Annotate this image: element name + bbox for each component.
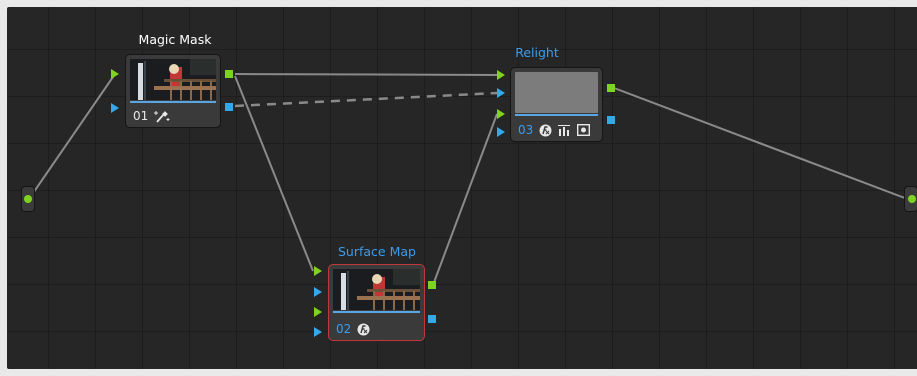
surface-map-key-output[interactable] [428, 315, 436, 323]
relight-key-input-1[interactable] [497, 88, 505, 98]
link-surface-map-to-relight [432, 113, 498, 286]
magic-mask-node[interactable]: 01 [125, 54, 221, 128]
relight-footer: 03 [518, 123, 591, 137]
link-source-to-magic-mask [28, 73, 116, 200]
magic-mask-key-output[interactable] [225, 103, 233, 111]
surface-map-key-input-1[interactable] [314, 287, 322, 297]
graph-icon [558, 124, 571, 137]
magic-mask-title: Magic Mask [138, 32, 212, 47]
surface-map-rgb-input-2[interactable] [314, 307, 322, 317]
source-input-node[interactable] [21, 186, 35, 212]
output-node[interactable] [904, 186, 917, 212]
magic-mask-progress [130, 101, 216, 103]
fx-icon [357, 323, 370, 336]
relight-number: 03 [518, 123, 534, 137]
relight-rgb-input-1[interactable] [497, 70, 505, 80]
magic-mask-key-input[interactable] [111, 103, 119, 113]
input-dot-icon [24, 195, 32, 203]
magic-mask-number: 01 [133, 109, 149, 123]
surface-map-number: 02 [336, 322, 352, 336]
fx-icon [539, 124, 552, 137]
relight-rgb-input-2[interactable] [497, 109, 505, 119]
output-dot-icon [908, 195, 916, 203]
link-magic-mask-to-relight-rgb [234, 73, 498, 76]
surface-map-thumbnail [333, 269, 420, 310]
relight-key-input-2[interactable] [497, 127, 505, 137]
magic-mask-footer: 01 [133, 109, 170, 123]
link-relight-to-output [613, 87, 911, 201]
surface-map-rgb-output[interactable] [428, 281, 436, 289]
relight-progress [515, 114, 598, 116]
magic-mask-thumbnail [130, 59, 216, 100]
magic-mask-rgb-output[interactable] [225, 70, 233, 78]
surface-map-footer: 02 [336, 322, 370, 336]
magic-mask-rgb-input[interactable] [111, 69, 119, 79]
surface-map-title: Surface Map [338, 244, 416, 259]
relight-title: Relight [515, 45, 559, 60]
relight-thumbnail [515, 72, 598, 113]
window-icon [577, 124, 591, 136]
relight-rgb-output[interactable] [607, 84, 615, 92]
node-graph-canvas[interactable]: Magic Mask 01 Relight 03 Surface Map 02 [7, 7, 917, 369]
surface-map-key-input-2[interactable] [314, 327, 322, 337]
relight-node[interactable]: 03 [510, 67, 603, 142]
surface-map-rgb-input-1[interactable] [314, 266, 322, 276]
surface-map-node[interactable]: 02 [328, 264, 425, 341]
link-magic-mask-alpha-to-relight [234, 91, 498, 108]
magic-wand-icon [154, 110, 170, 123]
relight-key-output[interactable] [607, 116, 615, 124]
surface-map-progress [333, 311, 420, 313]
